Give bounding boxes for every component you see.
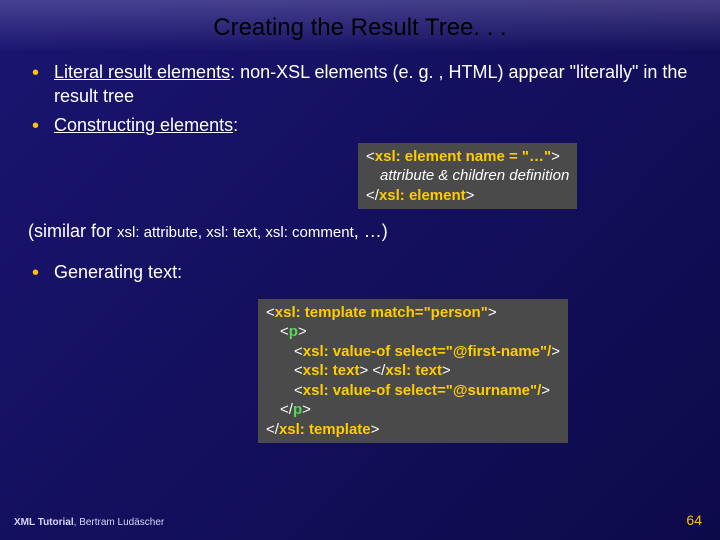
c: > <box>298 323 307 340</box>
c: xsl: template match="person" <box>275 304 488 321</box>
c: > <box>302 401 311 418</box>
code-xsl-template: <xsl: template match="person"> <p> <xsl:… <box>258 299 568 444</box>
c: > <box>488 304 497 321</box>
bullet-generating: Generating text: <box>54 260 692 284</box>
c: xsl: text <box>385 362 442 379</box>
c: > <box>371 421 380 438</box>
c: </ <box>280 401 293 418</box>
code-children-def: attribute & children definition <box>366 166 569 186</box>
c: xsl: text <box>303 362 360 379</box>
page-number: 64 <box>686 512 702 528</box>
similar-pre: (similar for <box>28 221 117 241</box>
code-kw: xsl: element name = "…" <box>375 148 551 165</box>
c: < <box>280 323 289 340</box>
c: p <box>293 401 302 418</box>
angle-close: > <box>466 187 475 204</box>
slide-title: Creating the Result Tree. . . <box>0 0 720 52</box>
similar-note: (similar for xsl: attribute, xsl: text, … <box>0 209 720 252</box>
c: p <box>289 323 298 340</box>
code-xsl-element: <xsl: element name = "…"> attribute & ch… <box>358 143 577 210</box>
slide-body: Literal result elements: non-XSL element… <box>0 52 720 209</box>
bullet-literal: Literal result elements: non-XSL element… <box>54 60 692 109</box>
bullet-constructing: Constructing elements: <box>54 113 692 137</box>
c: < <box>294 362 303 379</box>
c: < <box>294 382 303 399</box>
c: > </ <box>359 362 385 379</box>
bullet-constructing-rest: : <box>233 115 238 135</box>
c: xsl: value-of select="@surname"/ <box>303 382 542 399</box>
angle-open: < <box>366 148 375 165</box>
code-kw: xsl: element <box>379 187 466 204</box>
footer-author: , Bertram Ludäscher <box>74 517 165 528</box>
c: </ <box>266 421 279 438</box>
c: < <box>294 343 303 360</box>
similar-post: , …) <box>354 221 388 241</box>
angle-close: > <box>551 148 560 165</box>
c: xsl: value-of select="@first-name"/ <box>303 343 552 360</box>
slide-body-2: Generating text: <xsl: template match="p… <box>0 252 720 443</box>
footer-title: XML Tutorial <box>14 517 74 528</box>
bullet-constructing-term: Constructing elements <box>54 115 233 135</box>
c: < <box>266 304 275 321</box>
c: > <box>442 362 451 379</box>
c: > <box>551 343 560 360</box>
similar-items: xsl: attribute, xsl: text, xsl: comment <box>117 224 354 241</box>
angle-open: </ <box>366 187 379 204</box>
bullet-literal-term: Literal result elements <box>54 62 230 82</box>
c: xsl: template <box>279 421 371 438</box>
footer-attribution: XML Tutorial, Bertram Ludäscher <box>14 517 164 528</box>
c: > <box>541 382 550 399</box>
